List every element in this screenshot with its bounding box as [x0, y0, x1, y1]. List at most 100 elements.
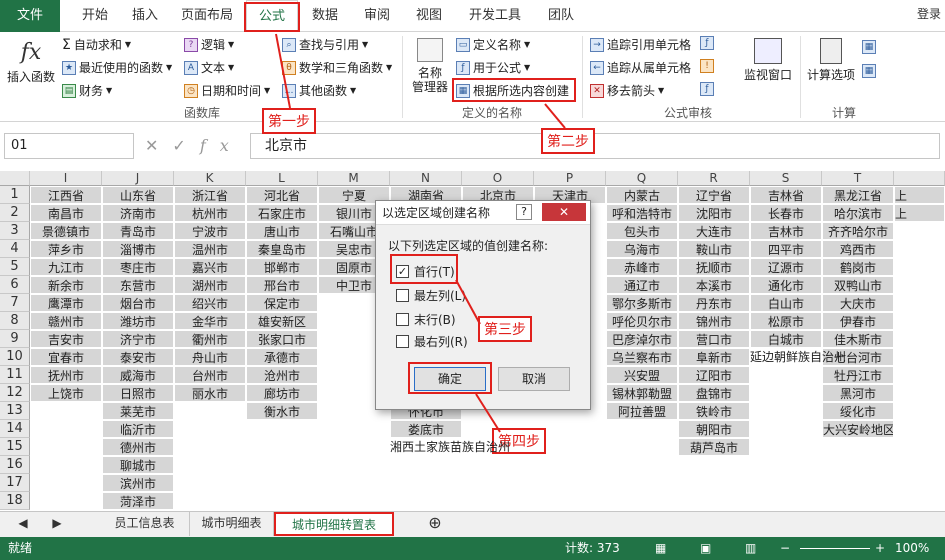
more-functions-button[interactable]: … 其他函数 ▼ — [282, 82, 356, 99]
cell[interactable]: 淄博市 — [102, 240, 174, 258]
tab-review[interactable]: 审阅 — [354, 0, 400, 32]
confirm-icon[interactable]: ✓ — [172, 136, 199, 155]
calculate-sheet-button[interactable]: ▦ — [862, 64, 876, 78]
row-header[interactable]: 4 — [0, 240, 30, 258]
checkbox-right-column-box[interactable] — [396, 335, 409, 348]
sheet-tab-cities-transposed[interactable]: 城市明细转置表 — [274, 512, 394, 536]
formula-input[interactable]: 北京市 — [250, 133, 940, 159]
cell[interactable]: 上饶市 — [30, 384, 102, 402]
column-header[interactable]: J — [102, 171, 174, 186]
cell[interactable]: 廊坊市 — [246, 384, 318, 402]
row-header[interactable]: 9 — [0, 330, 30, 348]
lookup-button[interactable]: ⌕ 查找与引用 ▼ — [282, 36, 368, 53]
add-sheet-icon[interactable]: ⊕ — [420, 512, 450, 536]
cell[interactable]: 莱芜市 — [102, 402, 174, 420]
cell[interactable]: 齐齐哈尔市 — [822, 222, 894, 240]
row-header[interactable]: 1 — [0, 186, 30, 204]
cell[interactable]: 鹤岗市 — [822, 258, 894, 276]
cell[interactable]: 舟山市 — [174, 348, 246, 366]
cell[interactable]: 双鸭山市 — [822, 276, 894, 294]
cell[interactable]: 邢台市 — [246, 276, 318, 294]
row-header[interactable]: 5 — [0, 258, 30, 276]
cell[interactable]: 吉林市 — [750, 222, 822, 240]
row-header[interactable]: 8 — [0, 312, 30, 330]
cell[interactable]: 九江市 — [30, 258, 102, 276]
sheet-tab-cities[interactable]: 城市明细表 — [190, 512, 274, 536]
cell[interactable]: 张家口市 — [246, 330, 318, 348]
name-manager-button[interactable]: 名称 管理器 — [408, 38, 452, 94]
row-header[interactable]: 11 — [0, 366, 30, 384]
cell[interactable]: 沈阳市 — [678, 204, 750, 222]
column-header[interactable]: T — [822, 171, 894, 186]
row-header[interactable]: 18 — [0, 492, 30, 510]
math-button[interactable]: θ 数学和三角函数 ▼ — [282, 59, 392, 76]
login-link[interactable]: 登录 — [917, 0, 941, 28]
cell[interactable]: 滨州市 — [102, 474, 174, 492]
row-header[interactable]: 15 — [0, 438, 30, 456]
cell[interactable]: 枣庄市 — [102, 258, 174, 276]
cell[interactable]: 上 — [894, 204, 945, 222]
cell[interactable]: 菏泽市 — [102, 492, 174, 510]
checkbox-left-column[interactable]: 最左列(L) — [396, 287, 466, 304]
cell[interactable]: 丽水市 — [174, 384, 246, 402]
column-header[interactable]: L — [246, 171, 318, 186]
column-header[interactable]: N — [390, 171, 462, 186]
row-header[interactable]: 3 — [0, 222, 30, 240]
checkbox-bottom-row-box[interactable] — [396, 313, 409, 326]
cell[interactable]: 杭州市 — [174, 204, 246, 222]
cell[interactable]: 临沂市 — [102, 420, 174, 438]
financial-button[interactable]: ▤ 财务 ▼ — [62, 82, 112, 99]
cell[interactable]: 本溪市 — [678, 276, 750, 294]
zoom-out-icon[interactable]: − — [780, 537, 790, 560]
sheet-tab-employees[interactable]: 员工信息表 — [100, 512, 190, 536]
autosum-button[interactable]: Σ 自动求和 ▼ — [62, 36, 131, 53]
cell[interactable]: 吉安市 — [30, 330, 102, 348]
cell[interactable]: 长春市 — [750, 204, 822, 222]
calc-options-button[interactable]: 计算选项 — [804, 38, 858, 82]
cell[interactable]: 大兴安岭地区 — [822, 420, 894, 438]
cell[interactable]: 鹰潭市 — [30, 294, 102, 312]
cell[interactable]: 山东省 — [102, 186, 174, 204]
cell[interactable]: 黑河市 — [822, 384, 894, 402]
remove-arrows-button[interactable]: ✕ 移去箭头 ▼ — [590, 82, 664, 99]
row-header[interactable]: 6 — [0, 276, 30, 294]
cell[interactable]: 抚顺市 — [678, 258, 750, 276]
close-icon[interactable]: ✕ — [542, 203, 586, 221]
cell[interactable]: 新余市 — [30, 276, 102, 294]
cell[interactable]: 兴安盟 — [606, 366, 678, 384]
recent-functions-button[interactable]: ★ 最近使用的函数 ▼ — [62, 59, 172, 76]
cell[interactable]: 赣州市 — [30, 312, 102, 330]
cell[interactable]: 东营市 — [102, 276, 174, 294]
cell[interactable]: 四平市 — [750, 240, 822, 258]
name-box[interactable]: 01 — [4, 133, 134, 159]
cell[interactable]: 德州市 — [102, 438, 174, 456]
cell[interactable]: 白城市 — [750, 330, 822, 348]
column-header[interactable]: R — [678, 171, 750, 186]
checkbox-right-column[interactable]: 最右列(R) — [396, 333, 468, 350]
cell[interactable]: 威海市 — [102, 366, 174, 384]
cell[interactable]: 承德市 — [246, 348, 318, 366]
cell[interactable]: 秦皇岛市 — [246, 240, 318, 258]
cell[interactable]: 吉林省 — [750, 186, 822, 204]
cell[interactable]: 黑龙江省 — [822, 186, 894, 204]
cell[interactable]: 营口市 — [678, 330, 750, 348]
cell[interactable]: 鸡西市 — [822, 240, 894, 258]
tab-page-layout[interactable]: 页面布局 — [172, 0, 242, 32]
cell[interactable]: 鞍山市 — [678, 240, 750, 258]
cell[interactable]: 佳木斯市 — [822, 330, 894, 348]
cancel-button[interactable]: 取消 — [498, 367, 570, 391]
cell[interactable]: 南昌市 — [30, 204, 102, 222]
cell[interactable]: 哈尔滨市 — [822, 204, 894, 222]
cell[interactable]: 宁波市 — [174, 222, 246, 240]
cell[interactable]: 娄底市 — [390, 420, 462, 438]
row-header[interactable]: 2 — [0, 204, 30, 222]
cell[interactable]: 通辽市 — [606, 276, 678, 294]
cell[interactable]: 宜春市 — [30, 348, 102, 366]
cell[interactable]: 聊城市 — [102, 456, 174, 474]
cell[interactable]: 嘉兴市 — [174, 258, 246, 276]
cell[interactable]: 辽阳市 — [678, 366, 750, 384]
cell[interactable]: 乌兰察布市 — [606, 348, 678, 366]
row-header[interactable]: 16 — [0, 456, 30, 474]
cancel-icon[interactable]: ✕ — [145, 136, 172, 155]
cell[interactable]: 鄂尔多斯市 — [606, 294, 678, 312]
